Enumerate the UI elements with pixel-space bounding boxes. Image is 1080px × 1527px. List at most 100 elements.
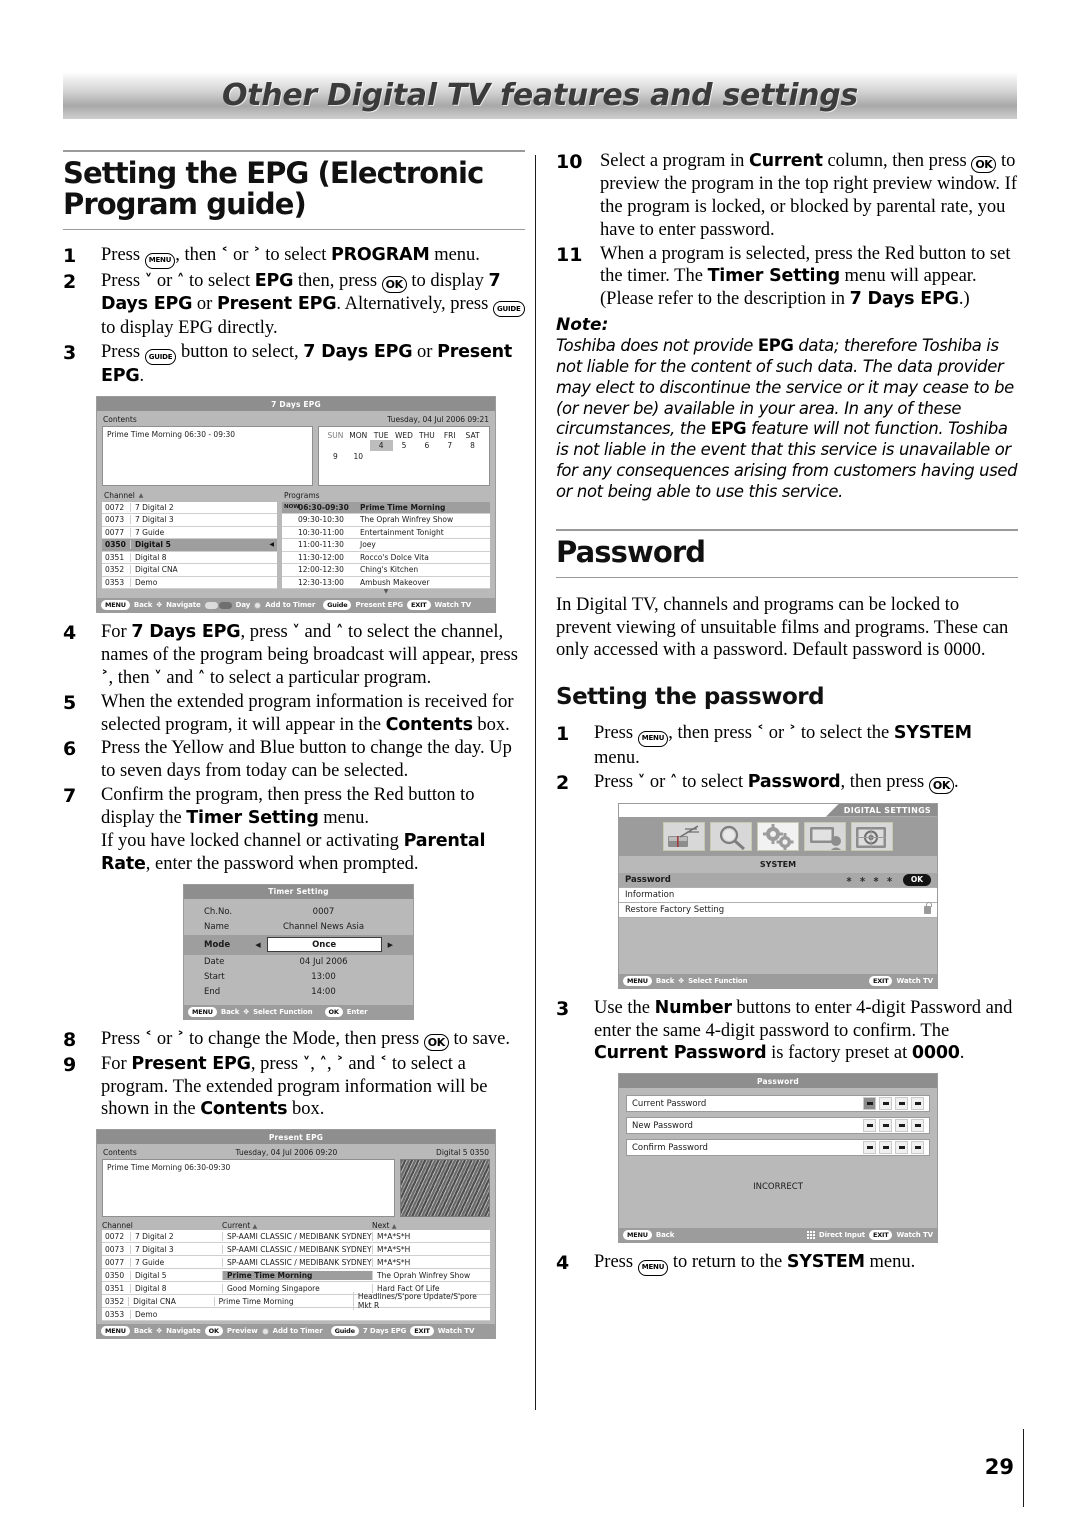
password-field-row[interactable]: Current Password: [626, 1095, 930, 1113]
channel-row[interactable]: 0351 Digital 8: [102, 551, 277, 565]
present-epg-row[interactable]: 0077 7 Guide SP-AAMI CLASSIC / MEDIBANK SY…: [102, 1256, 490, 1270]
exit-key-chip[interactable]: EXIT: [407, 600, 431, 611]
password-digit-cell[interactable]: [879, 1119, 892, 1133]
calendar-day[interactable]: [461, 451, 484, 462]
timer-row[interactable]: Mode ◀ Once ▶: [184, 934, 413, 955]
program-row[interactable]: NOW 06:30-09:30 Prime Time Morning: [282, 501, 490, 515]
calendar-day[interactable]: 8: [461, 440, 484, 451]
password-digit-cells[interactable]: [863, 1141, 924, 1155]
exit-key-chip[interactable]: EXIT: [868, 975, 893, 986]
current-program[interactable]: Prime Time Morning: [213, 1296, 353, 1306]
current-program[interactable]: SP-AAMI CLASSIC / MEDIBANK SYDNEY: [222, 1244, 372, 1254]
current-program[interactable]: SP-AAMI CLASSIC / MEDIBANK SYDNEY: [222, 1257, 372, 1267]
calendar-day[interactable]: 5: [393, 440, 416, 451]
password-dialog-rows[interactable]: Current Password New Password Confirm Pass…: [619, 1088, 937, 1157]
calendar-week-2[interactable]: 9 10: [324, 451, 484, 462]
next-program[interactable]: M*A*S*H: [372, 1244, 490, 1254]
calendar-day[interactable]: [393, 451, 416, 462]
ok-key-chip[interactable]: OK: [204, 1326, 223, 1337]
antenna-icon[interactable]: [663, 821, 705, 851]
search-icon[interactable]: [710, 821, 752, 851]
settings-row[interactable]: Restore Factory Setting: [619, 902, 937, 918]
password-digit-cell[interactable]: [895, 1119, 908, 1133]
exit-key-chip[interactable]: EXIT: [868, 1230, 893, 1241]
red-button-icon[interactable]: [261, 1327, 269, 1335]
password-digit-cell[interactable]: [863, 1141, 876, 1155]
calendar-day[interactable]: [415, 451, 438, 462]
guide-key-chip[interactable]: Guide: [323, 600, 352, 611]
calendar-day[interactable]: 10: [347, 451, 370, 462]
program-row[interactable]: 12:00-12:30 Ching's Kitchen: [282, 564, 490, 577]
display-icon[interactable]: [804, 821, 846, 851]
calendar-day[interactable]: 9: [324, 451, 347, 462]
present-epg-row[interactable]: 0073 7 Digital 3 SP-AAMI CLASSIC / MEDIBAN…: [102, 1243, 490, 1257]
guide-key-chip[interactable]: Guide: [330, 1326, 359, 1337]
calendar-day[interactable]: [347, 440, 370, 451]
channel-row[interactable]: 0073 7 Digital 3: [102, 514, 277, 527]
program-row[interactable]: 10:30-11:00 Entertainment Tonight: [282, 526, 490, 540]
present-epg-row[interactable]: 0352 Digital CNA Prime Time Morning Headlin…: [102, 1292, 490, 1311]
calendar-box[interactable]: SUN MON TUE WED THU FRI SAT 45678 9 10: [318, 426, 490, 487]
calendar-day[interactable]: 6: [415, 440, 438, 451]
red-button-icon[interactable]: [254, 601, 262, 609]
present-epg-rows[interactable]: 0072 7 Digital 2 SP-AAMI CLASSIC / MEDIBAN…: [102, 1230, 490, 1322]
day-buttons-icon[interactable]: [204, 601, 232, 609]
settings-row[interactable]: Information: [619, 887, 937, 903]
password-digit-cell[interactable]: [863, 1119, 876, 1133]
digital-settings-icon-row[interactable]: [619, 816, 937, 856]
password-digit-cell[interactable]: [911, 1141, 924, 1155]
channel-row[interactable]: 0352 Digital CNA: [102, 564, 277, 577]
menu-key-chip[interactable]: MENU: [623, 975, 652, 986]
password-digit-cell[interactable]: [879, 1141, 892, 1155]
next-program[interactable]: The Oprah Winfrey Show: [372, 1270, 490, 1280]
present-epg-row[interactable]: 0072 7 Digital 2 SP-AAMI CLASSIC / MEDIBAN…: [102, 1230, 490, 1244]
password-digit-cells[interactable]: [863, 1097, 924, 1111]
exit-key-chip[interactable]: EXIT: [410, 1326, 434, 1337]
settings-row[interactable]: Password ∗ ∗ ∗ ∗ OK: [619, 872, 937, 888]
calendar-day[interactable]: 7: [438, 440, 461, 451]
ok-chip[interactable]: OK: [902, 873, 931, 886]
menu-key-chip[interactable]: MENU: [101, 600, 130, 611]
programs-list[interactable]: NOW 06:30-09:30 Prime Time Morning 09:30-10…: [282, 501, 490, 590]
ok-key-chip[interactable]: OK: [324, 1006, 343, 1017]
password-field-row[interactable]: Confirm Password: [626, 1139, 930, 1157]
password-digit-cell[interactable]: [895, 1097, 908, 1111]
password-digit-cell[interactable]: [863, 1097, 876, 1111]
password-digit-cells[interactable]: [863, 1119, 924, 1133]
next-program[interactable]: M*A*S*H: [372, 1231, 490, 1241]
left-arrow-icon[interactable]: ◀: [255, 941, 260, 949]
program-row[interactable]: 11:30-12:00 Rocco's Dolce Vita: [282, 551, 490, 565]
calendar-day[interactable]: 4: [369, 440, 393, 452]
timer-row[interactable]: Name Channel News Asia: [184, 920, 413, 935]
program-row[interactable]: 09:30-10:30 The Oprah Winfrey Show: [282, 514, 490, 527]
scroll-down-icon[interactable]: ▼: [282, 589, 490, 595]
gears-icon[interactable]: [757, 821, 799, 851]
tuning-icon[interactable]: [851, 821, 893, 851]
timer-row[interactable]: Start 13:00: [184, 970, 413, 985]
password-digit-cell[interactable]: [879, 1097, 892, 1111]
channel-row[interactable]: 0077 7 Guide: [102, 526, 277, 540]
timer-row[interactable]: End 14:00: [184, 985, 413, 1000]
next-program[interactable]: M*A*S*H: [372, 1257, 490, 1267]
timer-setting-rows[interactable]: Ch.No. 0007 Name Channel News Asia Mode ◀ Once…: [184, 899, 413, 1005]
calendar-week-1[interactable]: 45678: [324, 440, 484, 452]
timer-row[interactable]: Ch.No. 0007: [184, 905, 413, 920]
current-program[interactable]: Prime Time Morning: [222, 1270, 372, 1280]
menu-key-chip[interactable]: MENU: [101, 1326, 130, 1337]
calendar-day[interactable]: [370, 451, 393, 462]
channel-row[interactable]: 0353 Demo: [102, 576, 277, 590]
timer-row[interactable]: Date 04 Jul 2006: [184, 955, 413, 970]
password-digit-cell[interactable]: [911, 1097, 924, 1111]
present-epg-row[interactable]: 0350 Digital 5 Prime Time Morning The Oprah…: [102, 1269, 490, 1283]
current-program[interactable]: Good Morning Singapore: [222, 1283, 372, 1293]
channel-row[interactable]: 0072 7 Digital 2: [102, 501, 277, 515]
preview-window[interactable]: [400, 1159, 490, 1218]
password-digit-cell[interactable]: [911, 1119, 924, 1133]
password-field-row[interactable]: New Password: [626, 1117, 930, 1135]
right-arrow-icon[interactable]: ▶: [388, 941, 393, 949]
calendar-day[interactable]: [438, 451, 461, 462]
channel-list[interactable]: 0072 7 Digital 2 0073 7 Digital 3 0077 7 Guid…: [102, 501, 277, 590]
next-program[interactable]: Headlines/S'pore Update/S'pore Mkt R: [352, 1292, 490, 1311]
password-digit-cell[interactable]: [895, 1141, 908, 1155]
calendar-day[interactable]: [324, 440, 347, 451]
